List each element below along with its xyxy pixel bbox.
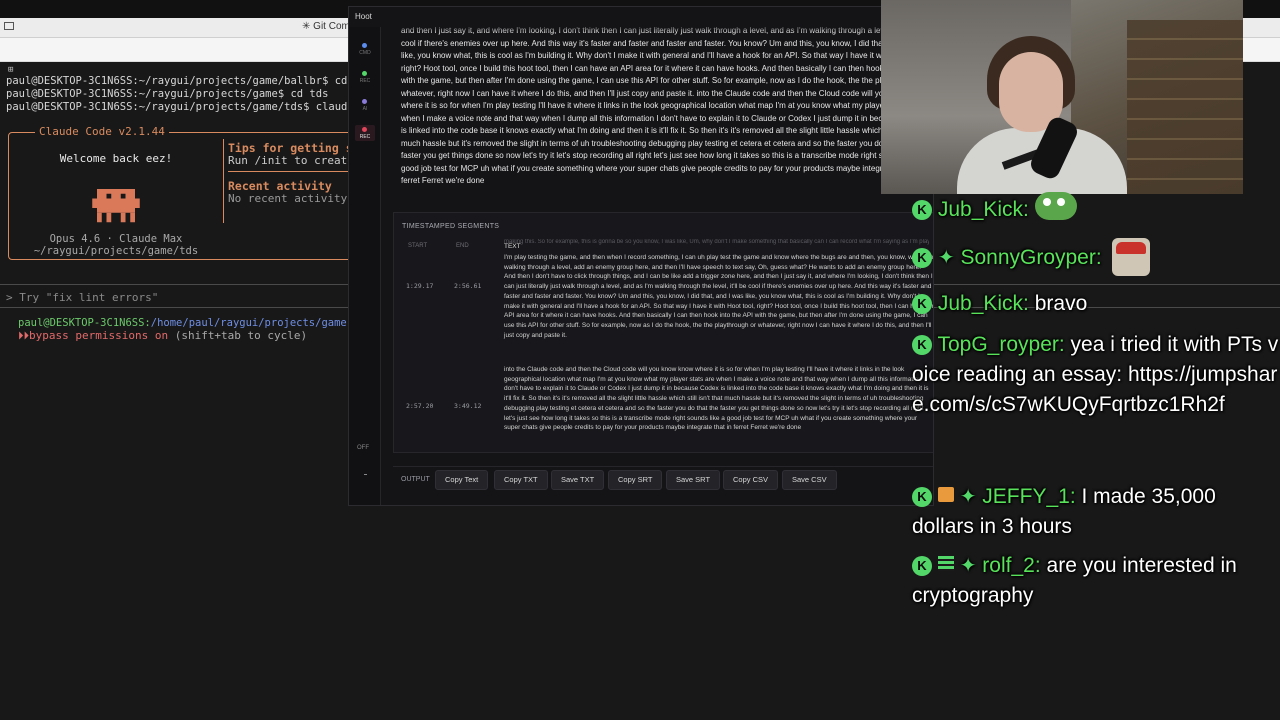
chat-username: rolf_2: bbox=[982, 554, 1041, 577]
segment-text: into the Claude code and then the Cloud … bbox=[504, 366, 929, 432]
live-transcript: and then I just say it, and where I'm lo… bbox=[401, 26, 930, 185]
recent-activity-title: Recent activity bbox=[228, 179, 332, 193]
output-bar: OUTPUT Copy Text Copy TXT Save TXT Copy … bbox=[393, 466, 933, 493]
save-csv-button[interactable]: Save CSV bbox=[782, 470, 837, 490]
dash-icon bbox=[364, 474, 367, 475]
chat-username: Jub_Kick: bbox=[937, 198, 1029, 221]
copy-srt-button[interactable]: Copy SRT bbox=[608, 470, 663, 490]
copy-csv-button[interactable]: Copy CSV bbox=[723, 470, 779, 490]
side-button-ai[interactable]: AI bbox=[355, 97, 375, 113]
save-txt-button[interactable]: Save TXT bbox=[551, 470, 605, 490]
status-dot-icon bbox=[362, 71, 367, 76]
kick-badge-icon: K bbox=[912, 294, 932, 314]
record-dot-icon bbox=[362, 127, 367, 132]
window-icon bbox=[4, 22, 14, 30]
gift-badge-icon bbox=[937, 487, 954, 502]
tips-title: Tips for getting st bbox=[228, 141, 360, 155]
side-button-rec[interactable]: REC bbox=[355, 69, 375, 85]
webcam-feed bbox=[881, 0, 1243, 194]
pepe-emote-icon bbox=[1034, 192, 1077, 220]
toggle-off-label[interactable]: OFF bbox=[357, 445, 369, 451]
app-title: Hoot bbox=[355, 12, 372, 21]
segments-title: TIMESTAMPED SEGMENTS bbox=[402, 223, 500, 230]
chat-message: K ✦ JEFFY_1: I made 35,000 dollars in 3 … bbox=[912, 482, 1280, 542]
terminal-prompt: paul@DESKTOP-3C1N6SS:/home/paul/raygui/p… bbox=[18, 317, 347, 329]
chat-message: K Jub_Kick: bbox=[912, 192, 1280, 225]
transcript-fade bbox=[401, 23, 931, 33]
recent-activity-text: No recent activity bbox=[228, 192, 348, 205]
tier-badge-icon bbox=[937, 556, 954, 571]
tips-divider bbox=[228, 171, 348, 172]
column-end: END bbox=[456, 243, 469, 249]
segment-start: 1:29.17 bbox=[406, 282, 434, 290]
terminal-line: paul@DESKTOP-3C1N6SS:~/raygui/projects/g… bbox=[6, 88, 329, 100]
chat-username: TopG_royper: bbox=[937, 333, 1065, 356]
segment-text: I'm play testing the game, and then when… bbox=[504, 254, 934, 339]
working-directory: ~/raygui/projects/game/tds bbox=[33, 245, 199, 257]
claude-welcome-box: Claude Code v2.1.44 Welcome back eez! Op… bbox=[8, 125, 360, 260]
prompt-input[interactable]: > Try "fix lint errors" bbox=[6, 291, 158, 304]
status-dot-icon bbox=[362, 99, 367, 104]
claude-version-title: Claude Code v2.1.44 bbox=[35, 125, 169, 138]
subscriber-badge-icon: ✦ bbox=[937, 247, 955, 269]
rat-emote-icon bbox=[1112, 238, 1150, 276]
browser-tab[interactable]: ✳ Git Com bbox=[302, 21, 350, 32]
subscriber-badge-icon: ✦ bbox=[959, 486, 977, 508]
column-start: START bbox=[408, 243, 428, 249]
claude-mascot-icon bbox=[92, 189, 140, 223]
kick-badge-icon: K bbox=[912, 487, 932, 507]
bypass-permissions-status: ⏵⏵bypass permissions on (shift+tab to cy… bbox=[18, 329, 308, 342]
side-button-record[interactable]: REC bbox=[355, 125, 375, 141]
chat-username: SonnyGroyper: bbox=[960, 246, 1102, 269]
kick-badge-icon: K bbox=[912, 200, 932, 220]
welcome-message: Welcome back eez! bbox=[59, 152, 173, 165]
chat-username: Jub_Kick: bbox=[937, 292, 1029, 315]
status-dot-icon bbox=[362, 43, 367, 48]
hoot-sidebar: CMD REC AI REC OFF bbox=[349, 27, 381, 506]
segments-panel: TIMESTAMPED SEGMENTS making this. So for… bbox=[393, 212, 934, 453]
model-info: Opus 4.6 · Claude Max bbox=[49, 233, 183, 245]
chat-message: K TopG_royper: yea i tried it with PTs v… bbox=[912, 330, 1280, 420]
side-button-cmd[interactable]: CMD bbox=[355, 41, 375, 57]
kick-badge-icon: K bbox=[912, 248, 932, 268]
terminal-line: paul@DESKTOP-3C1N6SS:~/raygui/projects/g… bbox=[6, 101, 348, 113]
kick-badge-icon: K bbox=[912, 335, 932, 355]
chat-message: K ✦ rolf_2: are you interested in crypto… bbox=[912, 551, 1280, 611]
bypass-icon: ⏵⏵ bbox=[18, 329, 29, 342]
subscriber-badge-icon: ✦ bbox=[959, 555, 977, 577]
terminal-icon: ⊞ bbox=[8, 65, 14, 75]
chat-message: K Jub_Kick: bravo bbox=[912, 289, 1280, 319]
hoot-window: Hoot CMD REC AI REC OFF and then I just … bbox=[348, 6, 934, 506]
copy-text-button[interactable]: Copy Text bbox=[435, 470, 489, 490]
bar-icon bbox=[364, 505, 366, 506]
copy-txt-button[interactable]: Copy TXT bbox=[494, 470, 548, 490]
kick-badge-icon: K bbox=[912, 556, 932, 576]
segment-end: 2:56.61 bbox=[454, 282, 482, 290]
background-shelf bbox=[1127, 20, 1243, 194]
segment-start: 2:57.20 bbox=[406, 402, 434, 410]
terminal-line: paul@DESKTOP-3C1N6SS:~/raygui/projects/g… bbox=[6, 75, 367, 87]
box-divider bbox=[223, 139, 224, 223]
chat-message: K ✦ SonnyGroyper: bbox=[912, 243, 1280, 273]
segment-end: 3:49.12 bbox=[454, 402, 482, 410]
chat-username: JEFFY_1: bbox=[982, 485, 1076, 508]
column-text: TEXT bbox=[504, 243, 521, 250]
chat-text: bravo bbox=[1034, 292, 1088, 315]
save-srt-button[interactable]: Save SRT bbox=[666, 470, 721, 490]
segment-ghost-text: making this. So for example, this is gon… bbox=[504, 239, 929, 245]
tips-text: Run /init to create bbox=[228, 154, 354, 167]
output-label: OUTPUT bbox=[401, 476, 430, 483]
